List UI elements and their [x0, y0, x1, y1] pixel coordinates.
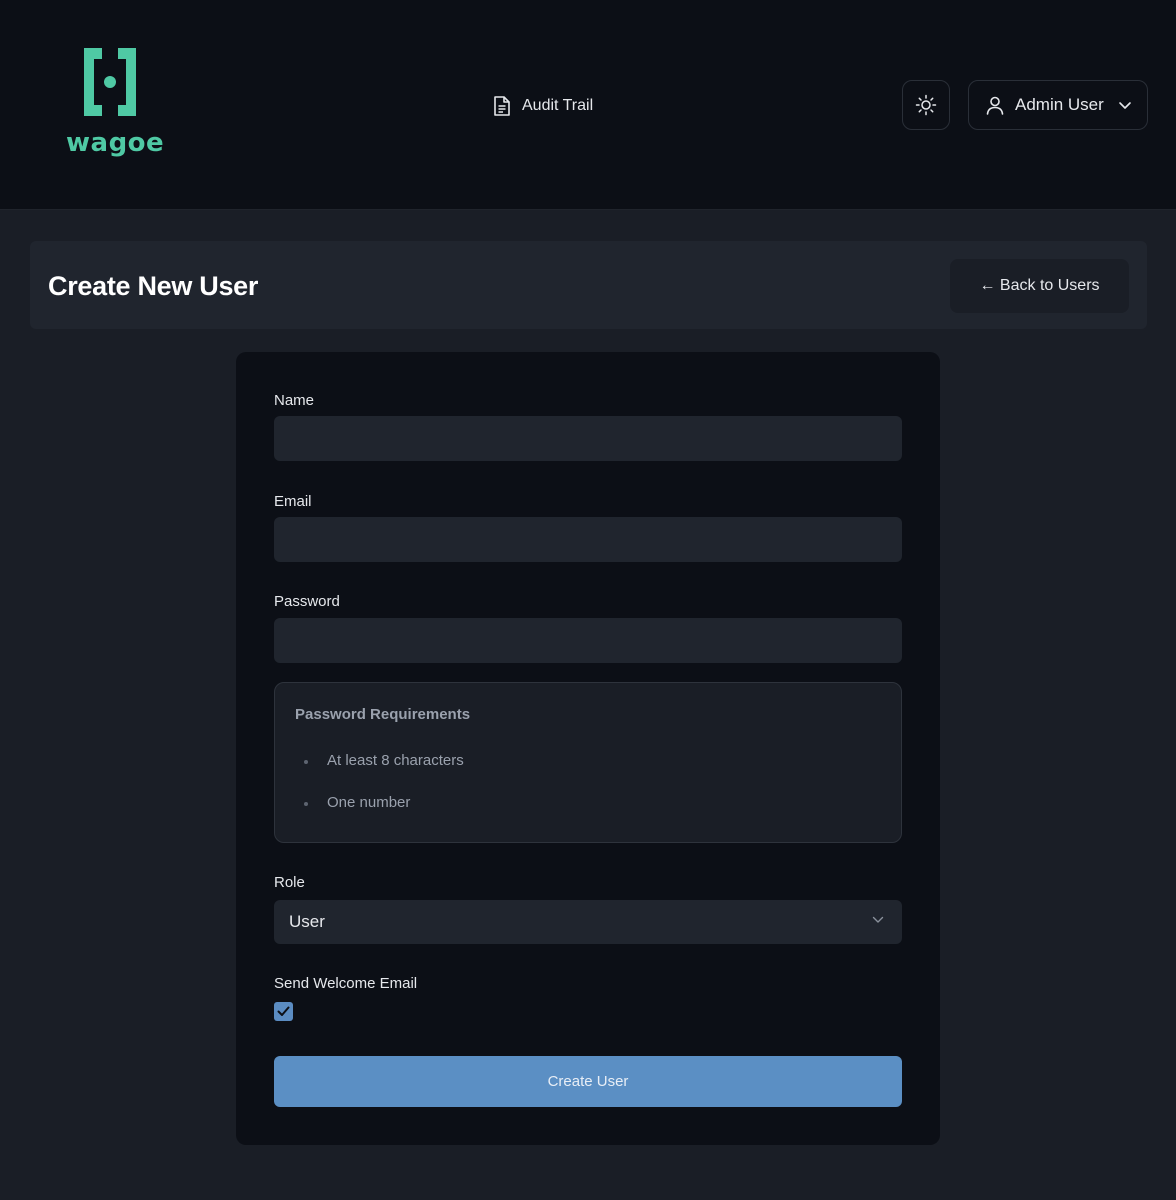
chevron-down-icon [1119, 102, 1131, 109]
top-navigation-bar: wagoe Audit Trail Admin User [0, 0, 1176, 210]
requirement-item: At least 8 characters [327, 752, 464, 769]
logo-text: wagoe [66, 128, 165, 158]
role-selected-value: User [289, 912, 325, 931]
user-icon [986, 96, 1004, 115]
bullet-icon [304, 802, 308, 806]
wagoe-logo[interactable]: wagoe [66, 44, 165, 164]
page-header: Create New User ← Back to Users [30, 241, 1147, 329]
email-input[interactable] [274, 517, 902, 562]
chevron-down-icon [872, 916, 884, 923]
logo-icon [84, 48, 136, 116]
user-menu-button[interactable]: Admin User [968, 80, 1148, 130]
password-requirements: Password Requirements At least 8 charact… [274, 682, 902, 843]
checkmark-icon [277, 1006, 290, 1016]
password-input[interactable] [274, 618, 902, 663]
user-menu-label: Admin User [1015, 95, 1104, 114]
theme-toggle-button[interactable] [902, 80, 950, 130]
nav-audit-trail[interactable]: Audit Trail [492, 94, 593, 118]
password-label: Password [274, 593, 340, 610]
welcome-email-checkbox[interactable] [274, 1002, 293, 1021]
nav-audit-trail-label: Audit Trail [522, 97, 594, 114]
password-requirements-title: Password Requirements [295, 706, 471, 723]
page-title: Create New User [48, 271, 259, 301]
welcome-email-label: Send Welcome Email [274, 975, 418, 992]
email-label: Email [274, 493, 312, 510]
create-user-form: Name Email Password Password Requirement… [236, 352, 940, 1145]
create-user-button[interactable]: Create User [274, 1056, 902, 1107]
role-label: Role [274, 874, 305, 891]
bullet-icon [304, 760, 308, 764]
sun-icon [915, 94, 937, 116]
document-icon [494, 96, 510, 116]
role-select[interactable]: User [274, 900, 902, 944]
requirement-item: One number [327, 794, 411, 811]
name-input[interactable] [274, 416, 902, 461]
back-to-users-button[interactable]: ← Back to Users [950, 259, 1129, 313]
name-label: Name [274, 392, 315, 409]
